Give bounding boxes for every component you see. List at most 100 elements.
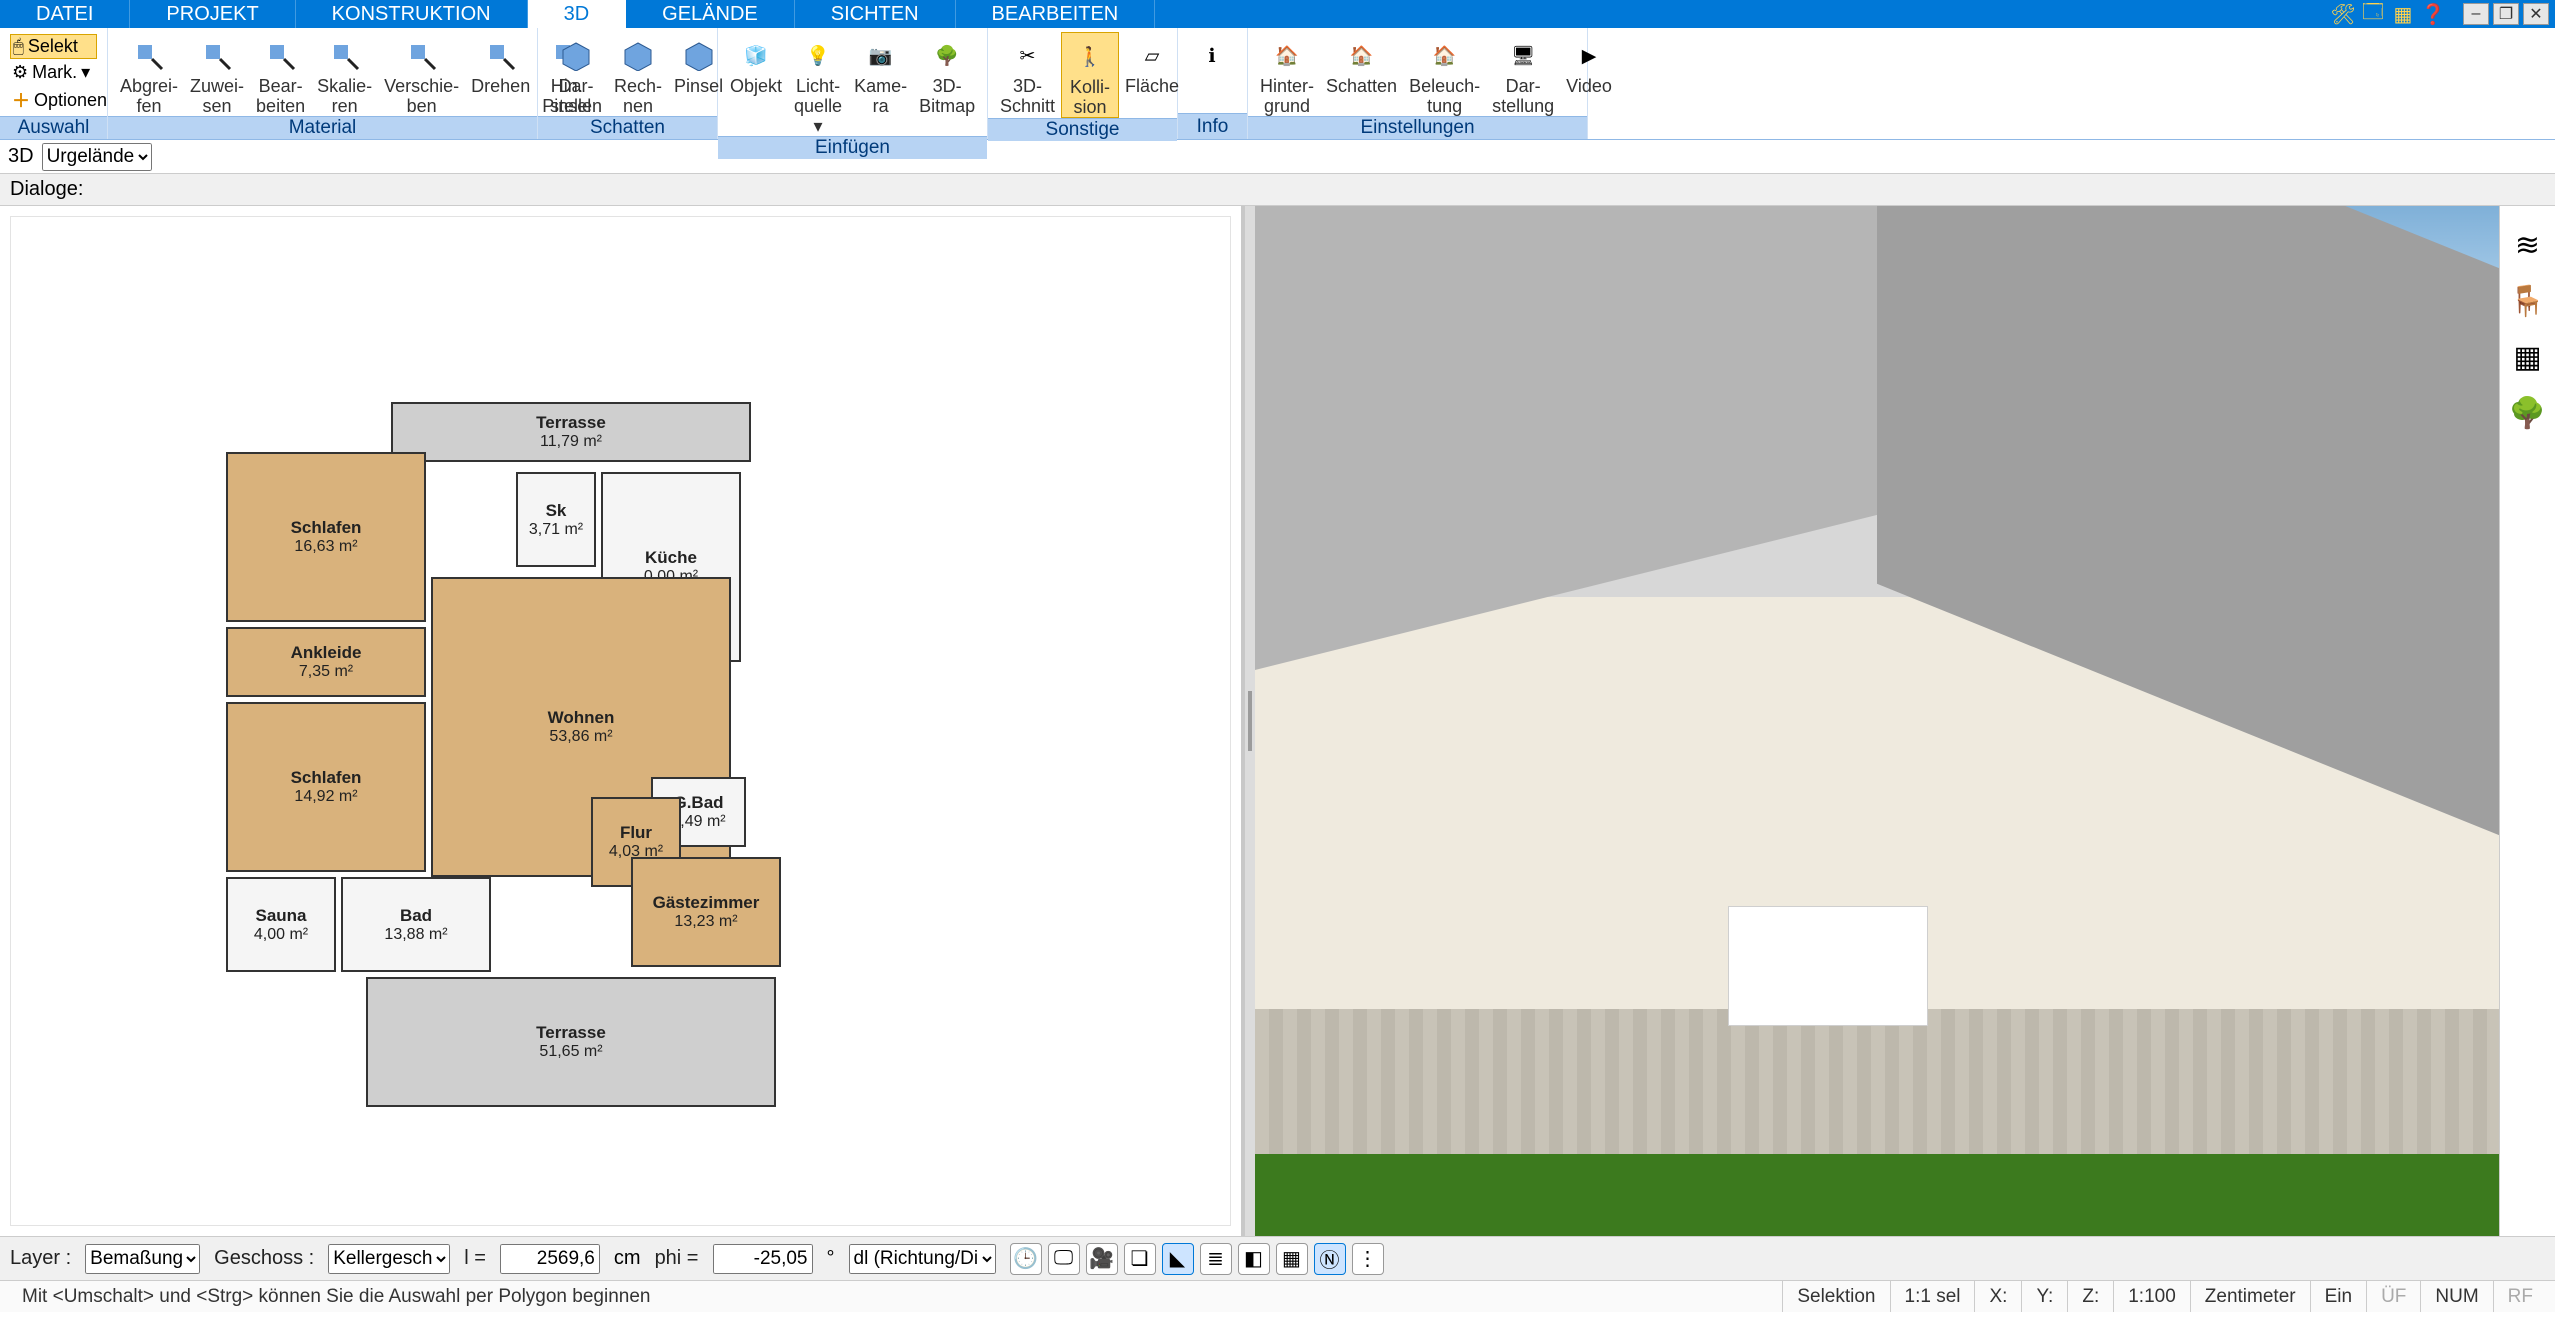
tool-icon [400, 36, 444, 76]
side-toolbar: ≋ 🪑 ▦ 🌳 [2499, 206, 2555, 1236]
button-label: Kame-ra [854, 76, 907, 116]
palette-icon[interactable]: ▦ [2509, 338, 2547, 376]
status-sel: 1:1 sel [1890, 1281, 1975, 1312]
beleuchtung-button[interactable]: 🏠Beleuch-tung [1403, 32, 1486, 116]
darstellen-button[interactable]: Dar-stellen [544, 32, 608, 116]
camera-icon[interactable]: 🎥 [1086, 1243, 1118, 1275]
wireframe-icon[interactable]: ◧ [1238, 1243, 1270, 1275]
dialoge-bar: Dialoge: [0, 174, 2555, 206]
menu-datei[interactable]: DATEI [0, 0, 130, 28]
hintergrund-button[interactable]: 🏠Hinter-grund [1254, 32, 1320, 116]
status-scale: 1:100 [2113, 1281, 2190, 1312]
menu-sichten[interactable]: SICHTEN [795, 0, 956, 28]
menu-bearbeiten[interactable]: BEARBEITEN [956, 0, 1156, 28]
tool-icon [616, 36, 660, 76]
minimize-button[interactable]: – [2463, 3, 2489, 25]
help-icon[interactable]: ❓ [2421, 2, 2445, 26]
tree-icon[interactable]: 🌳 [2509, 394, 2547, 432]
status-uf: ÜF [2366, 1281, 2420, 1312]
video-button[interactable]: ▶Video [1560, 32, 1618, 96]
optionen-button[interactable]: ＋Optionen [10, 86, 97, 114]
dschnitt-button[interactable]: ✂3D-Schnitt [994, 32, 1061, 116]
objekt-button[interactable]: 🧊Objekt [724, 32, 788, 96]
view-info-bar: 3D Urgelände [0, 140, 2555, 174]
tool-icon: 🧊 [734, 36, 778, 76]
length-unit: cm [614, 1247, 641, 1270]
button-label: 3D-Schnitt [1000, 76, 1055, 116]
zuweisen-button[interactable]: Zuwei-sen [184, 32, 250, 116]
kollision-button[interactable]: 🚶Kolli-sion [1061, 32, 1119, 118]
schatten-button[interactable]: 🏠Schatten [1320, 32, 1403, 96]
view-mode-icons: 🕒 🖵 🎥 ❏ ◣ ≣ ◧ ▦ Ⓝ ⋮ [1010, 1243, 1384, 1275]
ribbon: 🖱Selekt ⚙Mark.▾ ＋Optionen Auswahl Abgrei… [0, 28, 2555, 140]
north-icon[interactable]: Ⓝ [1314, 1243, 1346, 1275]
screen-icon[interactable]: 🖵 [1048, 1243, 1080, 1275]
grid-icon[interactable]: ▦ [1276, 1243, 1308, 1275]
menu-konstruktion[interactable]: KONSTRUKTION [296, 0, 528, 28]
view-splitter[interactable] [1245, 206, 1255, 1236]
status-unit: Zentimeter [2190, 1281, 2310, 1312]
layout-icon[interactable]: ▦ [2391, 2, 2415, 26]
menu-gelaende[interactable]: GELÄNDE [626, 0, 795, 28]
darstellung-button[interactable]: 🖥Dar-stellung [1486, 32, 1560, 116]
layer-select[interactable]: Bemaßung [85, 1244, 200, 1274]
more-icon[interactable]: ⋮ [1352, 1243, 1384, 1275]
lichtquelle-button[interactable]: 💡Licht-quelle ▾ [788, 32, 848, 136]
button-label: Abgrei-fen [120, 76, 178, 116]
group-einfuegen: 🧊Objekt💡Licht-quelle ▾📷Kame-ra🌳3D-Bitmap… [718, 28, 988, 139]
status-num: NUM [2420, 1281, 2492, 1312]
tool-icon: ▱ [1130, 36, 1174, 76]
group-title: Schatten [538, 116, 717, 139]
menu-projekt[interactable]: PROJEKT [130, 0, 295, 28]
verschieben-button[interactable]: Verschie-ben [378, 32, 465, 116]
phi-unit: ° [827, 1247, 835, 1270]
button-label: 3D-Bitmap [919, 76, 975, 116]
skalieren-button[interactable]: Skalie-ren [311, 32, 378, 116]
status-bar: Mit <Umschalt> und <Strg> können Sie die… [0, 1280, 2555, 1312]
mode-select[interactable]: dl (Richtung/Di [849, 1244, 996, 1274]
close-button[interactable]: ✕ [2523, 3, 2549, 25]
layers-icon[interactable]: ≋ [2509, 226, 2547, 264]
3d-view[interactable] [1255, 206, 2499, 1236]
workspace: Terrasse11,79 m² Schlafen16,63 m² Sk3,71… [0, 206, 2555, 1236]
geschoss-select[interactable]: Kellergesch [328, 1244, 450, 1274]
info-button[interactable]: ℹ [1184, 32, 1240, 76]
stack-icon[interactable]: ❏ [1124, 1243, 1156, 1275]
flche-button[interactable]: ▱Fläche [1119, 32, 1185, 96]
main-menu: DATEI PROJEKT KONSTRUKTION 3D GELÄNDE SI… [0, 0, 2555, 28]
window-controls: – ❐ ✕ [2457, 0, 2555, 28]
menu-3d[interactable]: 3D [528, 0, 627, 28]
kamera-button[interactable]: 📷Kame-ra [848, 32, 913, 116]
tool-icon: 🖥 [1501, 36, 1545, 76]
3d-canvas[interactable] [1255, 206, 2499, 1236]
terrain-select[interactable]: Urgelände [42, 143, 152, 171]
length-input[interactable] [500, 1244, 600, 1274]
tool-icon: 🚶 [1068, 37, 1112, 77]
rechnen-button[interactable]: Rech-nen [608, 32, 668, 116]
phi-label: phi = [655, 1247, 699, 1270]
dbitmap-button[interactable]: 🌳3D-Bitmap [913, 32, 981, 116]
selekt-button[interactable]: 🖱Selekt [10, 34, 97, 59]
bottom-toolbar: Layer : Bemaßung Geschoss : Kellergesch … [0, 1236, 2555, 1280]
phi-input[interactable] [713, 1244, 813, 1274]
button-label: Dar-stellen [550, 76, 602, 116]
button-label: Licht-quelle ▾ [794, 76, 842, 136]
bearbeiten-button[interactable]: Bear-beiten [250, 32, 311, 116]
clock-icon[interactable]: 🕒 [1010, 1243, 1042, 1275]
group-title: Einstellungen [1248, 116, 1587, 139]
plan-canvas[interactable]: Terrasse11,79 m² Schlafen16,63 m² Sk3,71… [10, 216, 1231, 1226]
layers2-icon[interactable]: ≣ [1200, 1243, 1232, 1275]
group-title: Sonstige [988, 118, 1177, 141]
furniture-icon[interactable]: 🪑 [2509, 282, 2547, 320]
button-label: Fläche [1125, 76, 1179, 96]
mark-button[interactable]: ⚙Mark.▾ [10, 61, 97, 84]
shade-icon[interactable]: ◣ [1162, 1243, 1194, 1275]
drehen-button[interactable]: Drehen [465, 32, 536, 96]
abgreifen-button[interactable]: Abgrei-fen [114, 32, 184, 116]
plan-view[interactable]: Terrasse11,79 m² Schlafen16,63 m² Sk3,71… [0, 206, 1245, 1236]
maximize-button[interactable]: ❐ [2493, 3, 2519, 25]
window-icon[interactable]: 🗔 [2361, 2, 2385, 26]
tool-icon[interactable]: 🛠 [2331, 2, 2355, 26]
group-title: Info [1178, 113, 1247, 139]
status-hint: Mit <Umschalt> und <Strg> können Sie die… [8, 1281, 1782, 1312]
